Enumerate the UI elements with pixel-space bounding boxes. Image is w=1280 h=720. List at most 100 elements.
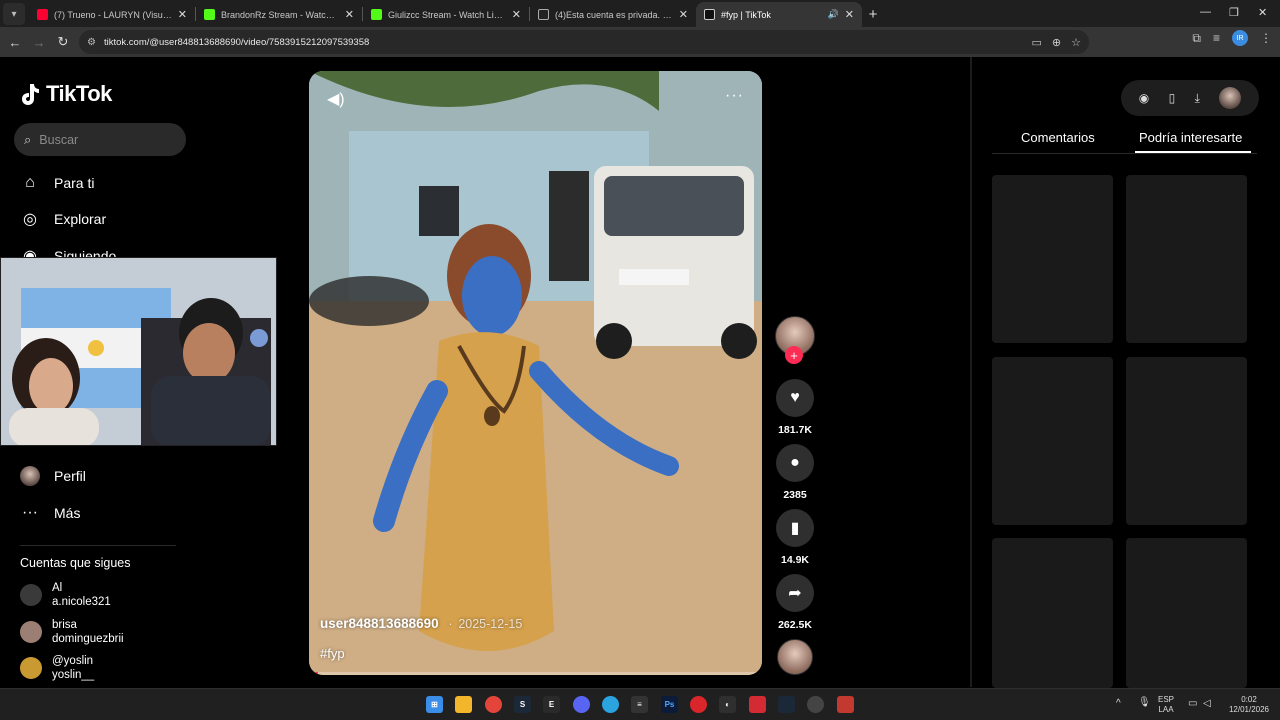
account-name: @yoslin xyxy=(52,655,94,667)
device-icon[interactable]: ▯ xyxy=(1169,91,1176,105)
app-icon[interactable] xyxy=(837,696,854,713)
clock[interactable]: 0:02 12/01/2026 xyxy=(1225,695,1273,715)
microphone-icon[interactable]: 🎙 xyxy=(1138,698,1151,708)
tab-comentarios[interactable]: Comentarios xyxy=(1021,130,1095,145)
video-player[interactable]: ◀) ··· user848813688690 · 2025-12-15 #fy… xyxy=(309,71,762,675)
chrome-icon[interactable] xyxy=(485,696,502,713)
video-author[interactable]: user848813688690 xyxy=(320,616,439,631)
app-icon[interactable] xyxy=(807,696,824,713)
like-button[interactable]: ♥ xyxy=(776,379,814,417)
close-tab-icon[interactable]: ✕ xyxy=(345,8,354,21)
comment-button[interactable]: ● xyxy=(776,444,814,482)
zoom-icon[interactable]: ⊕ xyxy=(1052,36,1061,49)
steam-icon[interactable]: S xyxy=(514,696,531,713)
save-button[interactable]: ▮ xyxy=(776,509,814,547)
share-arrow-icon: ➦ xyxy=(788,585,802,602)
suggested-video-placeholder[interactable] xyxy=(1126,175,1247,343)
extensions-icon[interactable]: ⧉ xyxy=(1192,31,1201,46)
tab-podria-interesarte[interactable]: Podría interesarte xyxy=(1139,130,1242,145)
video-caption[interactable]: #fyp xyxy=(320,646,345,661)
address-bar[interactable]: ⚙ tiktok.com/@user848813688690/video/758… xyxy=(79,30,1089,54)
video-progress-bar[interactable] xyxy=(309,672,762,675)
app-icon[interactable] xyxy=(749,696,766,713)
start-windows-icon[interactable]: ⊞ xyxy=(426,696,443,713)
app-icon[interactable]: ≡ xyxy=(631,696,648,713)
restore-icon[interactable]: ❐ xyxy=(1229,6,1239,19)
coins-icon[interactable]: ◉ xyxy=(1139,91,1149,105)
close-tab-icon[interactable]: ✕ xyxy=(178,8,187,21)
back-icon[interactable]: ← xyxy=(3,30,27,54)
browser-tab-5-active[interactable]: #fyp | TikTok 🔊 ✕ xyxy=(696,2,862,27)
browser-tab-1[interactable]: (7) Trueno - LAURYN (Visualizer ✕ xyxy=(29,2,195,27)
new-tab-button[interactable]: + xyxy=(862,3,884,25)
suggested-video-placeholder[interactable] xyxy=(1126,538,1247,688)
browser-tab-2[interactable]: BrandonRz Stream - Watch Live ✕ xyxy=(196,2,362,27)
site-info-icon[interactable]: ⚙ xyxy=(87,37,96,48)
obs-icon[interactable]: ◐ xyxy=(719,696,736,713)
suggested-video-placeholder[interactable] xyxy=(992,538,1113,688)
logo-text: TikTok xyxy=(46,81,112,106)
tiktok-note-icon xyxy=(22,84,39,105)
app-icon[interactable] xyxy=(690,696,707,713)
volume-tray-icon[interactable]: ◁ xyxy=(1203,699,1211,709)
nav-perfil[interactable]: Perfil xyxy=(20,466,86,486)
language-top: ESP xyxy=(1158,695,1175,704)
video-frame xyxy=(309,71,762,675)
volume-icon[interactable]: ◀) xyxy=(327,89,345,109)
reload-icon[interactable]: ↻ xyxy=(51,30,75,54)
close-tab-icon[interactable]: ✕ xyxy=(512,8,521,21)
nav-para-ti[interactable]: ⌂ Para ti xyxy=(20,173,94,193)
following-account[interactable]: @yoslin yoslin__ xyxy=(20,654,94,682)
following-account[interactable]: Al a.nicole321 xyxy=(20,581,111,609)
youtube-favicon-icon xyxy=(37,9,48,20)
bookmark-star-icon[interactable]: ☆ xyxy=(1071,36,1081,49)
account-name: brisa xyxy=(52,619,77,631)
close-tab-icon[interactable]: ✕ xyxy=(845,8,854,21)
file-explorer-icon[interactable] xyxy=(455,696,472,713)
user-avatar[interactable] xyxy=(1219,87,1242,109)
minimize-icon[interactable]: — xyxy=(1200,6,1211,18)
photoshop-icon[interactable]: Ps xyxy=(661,696,678,713)
nav-label: Explorar xyxy=(54,211,107,227)
nav-explorar[interactable]: ◎ Explorar xyxy=(20,209,106,229)
network-icon[interactable]: ▭ xyxy=(1188,699,1197,709)
epic-games-icon[interactable]: E xyxy=(543,696,560,713)
speaker-icon[interactable]: 🔊 xyxy=(828,9,839,20)
tab-search-chevron-icon[interactable]: ▾ xyxy=(3,3,25,25)
browser-tab-3[interactable]: Giulizcc Stream - Watch Live on ✕ xyxy=(363,2,529,27)
forward-icon[interactable]: → xyxy=(27,30,51,54)
panel-divider xyxy=(970,57,972,687)
nav-mas[interactable]: ··· Más xyxy=(20,503,80,523)
account-handle: a.nicole321 xyxy=(52,596,111,608)
sound-avatar[interactable] xyxy=(777,639,813,675)
save-count: 14.9K xyxy=(780,554,810,566)
profile-avatar-icon[interactable]: IR xyxy=(1232,30,1248,46)
media-controls-icon[interactable]: ≡ xyxy=(1213,31,1220,45)
tray-chevron-icon[interactable]: ^ xyxy=(1116,699,1121,709)
suggested-video-placeholder[interactable] xyxy=(992,175,1113,343)
cast-icon[interactable]: ▭ xyxy=(1032,36,1042,49)
clock-date: 12/01/2026 xyxy=(1228,705,1270,714)
suggested-video-placeholder[interactable] xyxy=(1126,357,1247,525)
share-button[interactable]: ➦ xyxy=(776,574,814,612)
suggested-video-placeholder[interactable] xyxy=(992,357,1113,525)
steam-icon[interactable] xyxy=(778,696,795,713)
download-icon[interactable]: ⤓ xyxy=(1195,91,1200,106)
browser-toolbar: ← → ↻ ⚙ tiktok.com/@user848813688690/vid… xyxy=(0,27,1280,57)
language-indicator[interactable]: ESP LAA xyxy=(1158,695,1174,715)
telegram-icon[interactable] xyxy=(602,696,619,713)
more-options-icon[interactable]: ··· xyxy=(725,87,744,105)
chrome-menu-icon[interactable]: ⋮ xyxy=(1260,31,1272,45)
top-right-tools: ◉ ▯ ⤓ xyxy=(1121,80,1259,116)
following-account[interactable]: brisa dominguezbrii xyxy=(20,618,124,646)
close-window-icon[interactable]: ✕ xyxy=(1258,6,1267,19)
search-input[interactable]: ⌕ Buscar xyxy=(14,123,186,156)
tiktok-logo[interactable]: TikTok xyxy=(20,81,112,107)
browser-tab-4[interactable]: (4)Esta cuenta es privada. Sigue ✕ xyxy=(530,2,696,27)
more-dots-icon: ··· xyxy=(22,504,38,521)
follow-plus-icon[interactable]: + xyxy=(785,346,803,364)
close-tab-icon[interactable]: ✕ xyxy=(679,8,688,21)
avatar xyxy=(20,657,42,679)
discord-icon[interactable] xyxy=(573,696,590,713)
avatar xyxy=(20,584,42,606)
